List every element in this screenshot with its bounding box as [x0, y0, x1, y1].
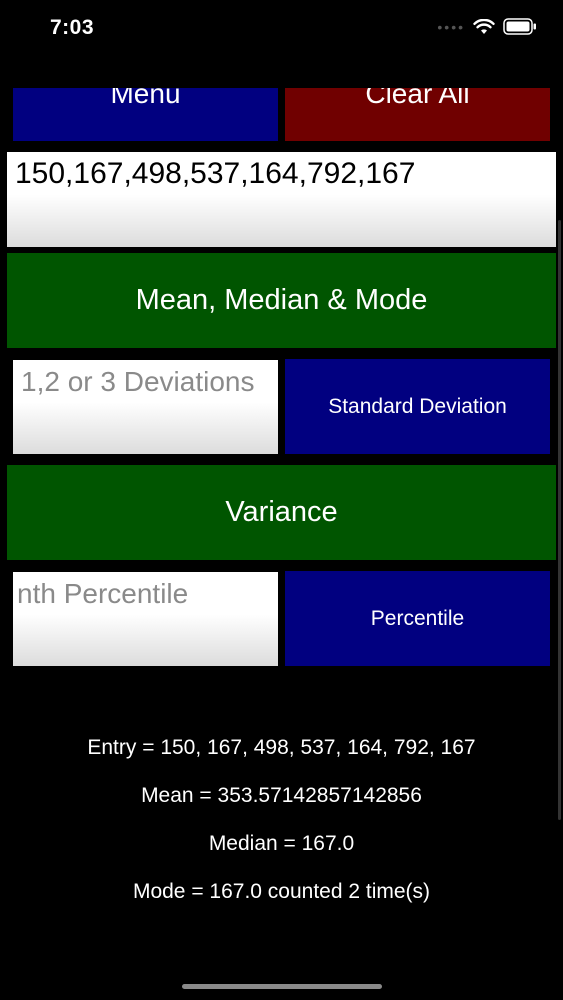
result-median: Median = 167.0: [208, 832, 355, 855]
percentile-input[interactable]: nth Percentile: [13, 572, 278, 666]
variance-label: Variance: [225, 496, 338, 528]
entry-input-value: 150,167,498,537,164,792,167: [15, 157, 416, 190]
menu-button-label: Menu: [110, 88, 181, 109]
vertical-scrollbar[interactable]: [558, 220, 561, 820]
status-icons: ••••: [437, 18, 537, 35]
percentile-button[interactable]: Percentile: [285, 571, 550, 666]
result-mode: Mode = 167.0 counted 2 time(s): [132, 880, 431, 903]
status-bar: 7:03 ••••: [0, 0, 563, 60]
status-time: 7:03: [50, 16, 95, 39]
result-mean: Mean = 353.57142857142856: [141, 784, 422, 807]
battery-icon: [503, 18, 536, 35]
clear-all-button-label: Clear All: [365, 88, 470, 109]
home-indicator[interactable]: [182, 984, 382, 989]
signal-dots-icon: ••••: [437, 18, 465, 35]
calculator-scroll-area[interactable]: Menu Clear All 150,167,498,537,164,792,1…: [0, 88, 563, 1000]
standard-deviation-button[interactable]: Standard Deviation: [285, 359, 550, 454]
mean-median-mode-button[interactable]: Mean, Median & Mode: [7, 253, 556, 348]
percentile-input-placeholder: nth Percentile: [17, 578, 189, 609]
deviation-input[interactable]: 1,2 or 3 Deviations: [13, 360, 278, 454]
standard-deviation-label: Standard Deviation: [328, 394, 507, 418]
mean-median-mode-label: Mean, Median & Mode: [135, 284, 428, 316]
menu-button[interactable]: Menu: [13, 88, 278, 141]
deviation-input-placeholder: 1,2 or 3 Deviations: [21, 366, 255, 397]
percentile-label: Percentile: [370, 606, 465, 630]
wifi-icon: [473, 18, 495, 34]
entry-input[interactable]: 150,167,498,537,164,792,167: [7, 152, 556, 247]
variance-button[interactable]: Variance: [7, 465, 556, 560]
result-entry: Entry = 150, 167, 498, 537, 164, 792, 16…: [87, 736, 476, 759]
clear-all-button[interactable]: Clear All: [285, 88, 550, 141]
